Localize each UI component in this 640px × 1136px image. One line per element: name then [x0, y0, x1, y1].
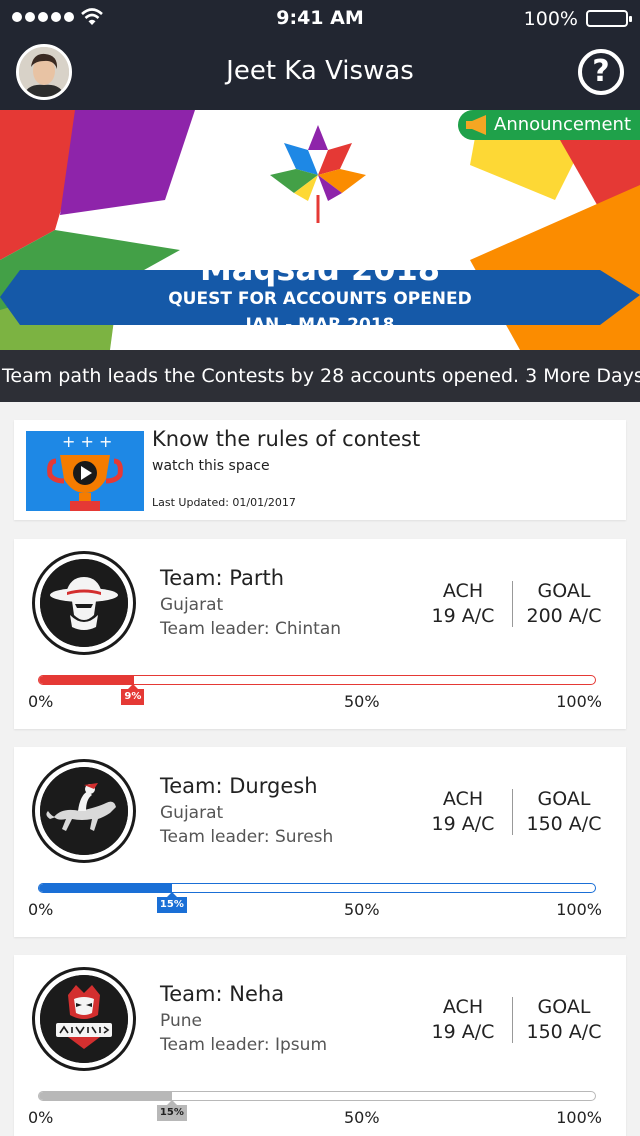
team-logo	[32, 551, 136, 655]
contest-banner: Announcement Maqsad 2018 QUEST FOR ACCOU…	[0, 110, 640, 350]
team-name: Team: Neha	[160, 982, 285, 1006]
progress-bar	[38, 1091, 596, 1101]
goal-value: 150 A/C	[526, 813, 602, 835]
progress-bar	[38, 883, 596, 893]
contest-period: JAN - MAR 2018	[245, 315, 395, 335]
rules-title: Know the rules of contest	[152, 427, 421, 451]
goal-label: GOAL	[537, 580, 591, 602]
contest-title: Maqsad 2018	[199, 250, 441, 288]
progress-fill	[39, 676, 134, 684]
goal-value: 200 A/C	[526, 605, 602, 627]
ach-value: 19 A/C	[431, 1021, 495, 1043]
trophy-video-thumbnail[interactable]: + + +	[26, 431, 144, 511]
scale-end: 100%	[556, 692, 602, 711]
ach-value: 19 A/C	[431, 813, 495, 835]
progress-bar	[38, 675, 596, 685]
goal-label: GOAL	[537, 996, 591, 1018]
team-logo	[32, 967, 136, 1071]
stat-divider	[512, 581, 513, 627]
team-logo	[32, 759, 136, 863]
progress-marker: 9%	[121, 684, 145, 705]
ach-value: 19 A/C	[431, 605, 495, 627]
svg-text:+ + +: + + +	[62, 432, 112, 451]
team-card[interactable]: Team: Durgesh Gujarat Team leader: Sures…	[14, 747, 626, 937]
stat-divider	[512, 997, 513, 1043]
goal-value: 150 A/C	[526, 1021, 602, 1043]
team-location: Pune	[160, 1011, 202, 1031]
ach-label: ACH	[442, 996, 484, 1018]
progress-fill	[39, 884, 173, 892]
scale-end: 100%	[556, 900, 602, 919]
contest-subtitle: QUEST FOR ACCOUNTS OPENED	[168, 289, 472, 309]
last-updated: Last Updated: 01/01/2017	[152, 496, 296, 509]
rules-card[interactable]: + + + Know the rules of contest watch th…	[14, 420, 626, 520]
status-bar: 9:41 AM 100%	[0, 0, 640, 36]
news-ticker: Team path leads the Contests by 28 accou…	[0, 350, 640, 402]
scale-mid: 50%	[344, 692, 380, 711]
outlaw-mascot-icon	[40, 559, 128, 647]
rules-subtitle: watch this space	[152, 458, 270, 474]
team-leader: Team leader: Suresh	[160, 827, 334, 847]
horse-rider-icon	[40, 767, 128, 855]
ach-label: ACH	[442, 580, 484, 602]
scale-start: 0%	[28, 692, 54, 711]
team-location: Gujarat	[160, 595, 224, 615]
team-name: Team: Durgesh	[160, 774, 318, 798]
help-icon[interactable]: ?	[578, 49, 624, 95]
team-location: Gujarat	[160, 803, 224, 823]
stat-divider	[512, 789, 513, 835]
team-name: Team: Parth	[160, 566, 285, 590]
scale-start: 0%	[28, 900, 54, 919]
scale-mid: 50%	[344, 900, 380, 919]
megaphone-icon	[466, 115, 486, 135]
team-leader: Team leader: Chintan	[160, 619, 342, 639]
ach-label: ACH	[442, 788, 484, 810]
scale-mid: 50%	[344, 1108, 380, 1127]
empire-mascot-icon	[40, 975, 128, 1063]
announcement-button[interactable]: Announcement	[458, 110, 640, 140]
scale-end: 100%	[556, 1108, 602, 1127]
scale-start: 0%	[28, 1108, 54, 1127]
page-title: Jeet Ka Viswas	[226, 56, 414, 86]
goal-label: GOAL	[537, 788, 591, 810]
team-leader: Team leader: Ipsum	[160, 1035, 328, 1055]
team-card[interactable]: Team: Neha Pune Team leader: Ipsum ACH 1…	[14, 955, 626, 1136]
battery-percent: 100%	[523, 8, 578, 30]
progress-marker: 15%	[156, 892, 187, 913]
progress-marker: 15%	[156, 1100, 187, 1121]
announcement-label: Announcement	[494, 114, 632, 135]
battery-icon	[586, 10, 632, 27]
progress-fill	[39, 1092, 173, 1100]
app-header: Jeet Ka Viswas ?	[0, 36, 640, 110]
team-card[interactable]: Team: Parth Gujarat Team leader: Chintan…	[14, 539, 626, 729]
banner-background	[0, 110, 640, 350]
